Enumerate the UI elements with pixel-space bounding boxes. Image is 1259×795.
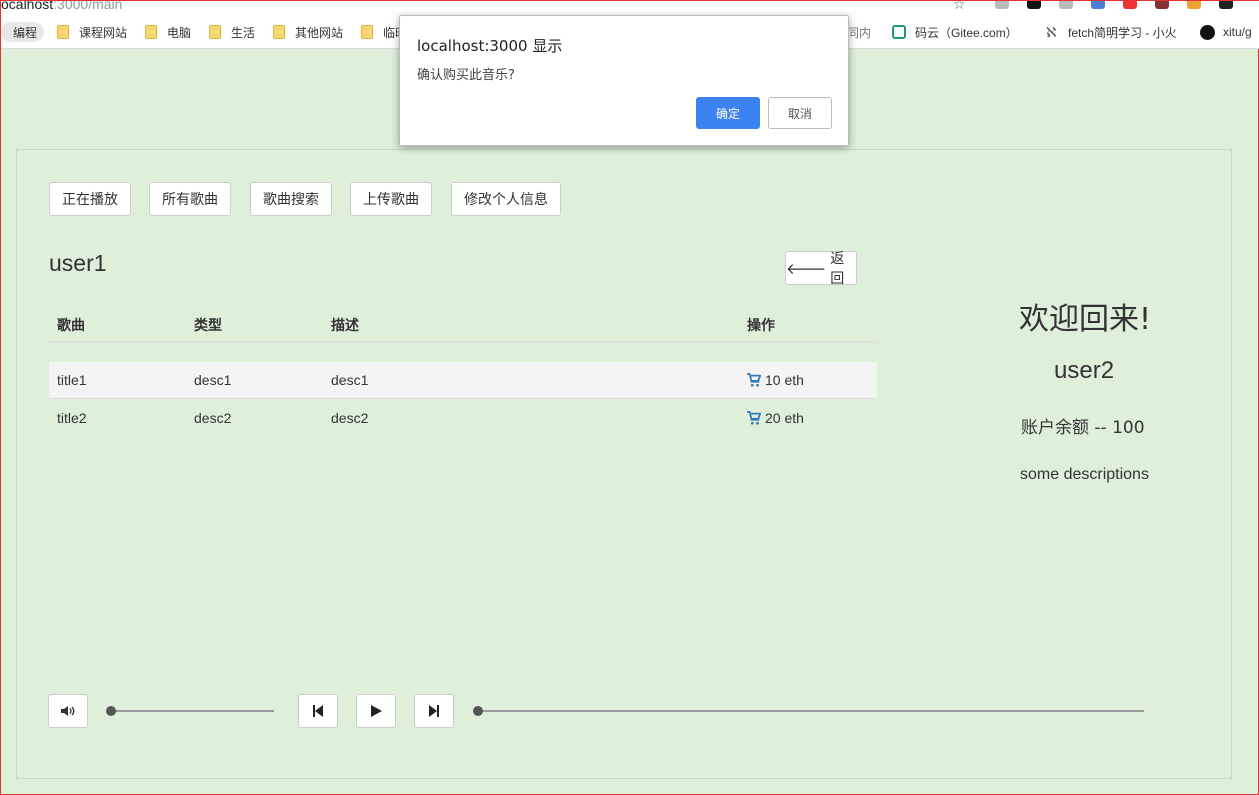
skip-next-icon — [429, 705, 439, 717]
progress-slider-track[interactable] — [478, 710, 1144, 712]
extension-icon[interactable] — [1123, 1, 1137, 9]
play-icon — [370, 705, 382, 717]
xiaohuo-icon: ℵ — [1046, 23, 1057, 40]
extension-icon[interactable] — [1091, 1, 1105, 9]
confirm-dialog: localhost:3000 显示 确认购买此音乐? 确定 取消 — [399, 15, 849, 146]
volume-button[interactable] — [48, 694, 88, 728]
volume-slider-track[interactable] — [111, 710, 274, 712]
folder-icon — [361, 25, 373, 39]
price-label: 10 eth — [765, 372, 804, 388]
buy-button[interactable]: 20 eth — [747, 410, 804, 426]
skip-previous-icon — [313, 705, 323, 717]
extension-icon[interactable] — [1155, 1, 1169, 9]
folder-icon — [209, 25, 221, 39]
song-desc-cell: desc1 — [331, 372, 369, 388]
volume-icon — [61, 706, 75, 716]
dialog-title: localhost:3000 显示 — [417, 37, 563, 55]
all-songs-button[interactable]: 所有歌曲 — [149, 182, 231, 216]
play-button[interactable] — [356, 694, 396, 728]
shopping-cart-icon — [747, 373, 761, 387]
song-type-cell: desc1 — [194, 372, 232, 388]
bookmark-folder-courses[interactable]: 课程网站 — [57, 22, 127, 42]
extension-icon[interactable] — [1219, 1, 1233, 9]
price-label: 20 eth — [765, 410, 804, 426]
dialog-ok-button[interactable]: 确定 — [696, 97, 760, 129]
dialog-message: 确认购买此音乐? — [417, 68, 515, 83]
bookmark-folder-computer[interactable]: 电脑 — [145, 22, 191, 42]
arrow-left-icon: 🡐 — [786, 259, 827, 278]
account-balance: 账户余额 -- 100 — [1021, 418, 1145, 438]
back-label: 返回 — [830, 251, 845, 287]
song-search-button[interactable]: 歌曲搜索 — [250, 182, 332, 216]
gitee-icon — [892, 25, 906, 39]
welcome-heading: 欢迎回来! — [1019, 302, 1152, 337]
table-row: title2 desc2 desc2 20 eth — [49, 398, 877, 434]
bookmark-gitee[interactable]: 码云（Gitee.com） — [892, 22, 1018, 42]
previous-button[interactable] — [298, 694, 338, 728]
address-bar[interactable]: ocalhost:3000/main ☆ — [1, 1, 1259, 15]
bookmark-folder-life[interactable]: 生活 — [209, 22, 255, 42]
page-title: user1 — [49, 250, 107, 276]
url-host: ocalhost — [1, 1, 54, 12]
folder-icon — [273, 25, 285, 39]
song-title-cell: title1 — [57, 372, 87, 388]
column-header-desc: 描述 — [331, 318, 359, 334]
dialog-cancel-button[interactable]: 取消 — [768, 97, 832, 129]
table-header-divider — [49, 341, 877, 343]
main-panel — [16, 149, 1232, 779]
buy-button[interactable]: 10 eth — [747, 372, 804, 388]
folder-icon — [145, 25, 157, 39]
table-row: title1 desc1 desc1 10 eth — [49, 362, 877, 398]
profile-username: user2 — [1054, 357, 1115, 384]
bookmark-github[interactable]: xitu/g — [1200, 22, 1252, 42]
folder-icon — [57, 25, 69, 39]
column-header-song: 歌曲 — [57, 318, 85, 334]
extension-icon[interactable] — [1187, 1, 1201, 9]
extension-icon[interactable] — [995, 1, 1009, 9]
volume-slider-handle[interactable] — [106, 706, 116, 716]
bookmark-partial[interactable]: 同内 — [847, 22, 871, 42]
github-icon — [1200, 24, 1215, 40]
upload-song-button[interactable]: 上传歌曲 — [350, 182, 432, 216]
profile-description: some descriptions — [1020, 466, 1149, 483]
song-type-cell: desc2 — [194, 410, 232, 426]
extension-icon[interactable] — [1027, 1, 1041, 9]
bookmark-star-icon[interactable]: ☆ — [953, 1, 966, 13]
column-header-type: 类型 — [194, 318, 222, 334]
song-title-cell: title2 — [57, 410, 87, 426]
bookmark-folder-other-sites[interactable]: 其他网站 — [273, 22, 343, 42]
extension-icon[interactable] — [1059, 1, 1073, 9]
next-button[interactable] — [414, 694, 454, 728]
shopping-cart-icon — [747, 411, 761, 425]
edit-profile-button[interactable]: 修改个人信息 — [451, 182, 561, 216]
bookmark-folder-coding[interactable]: 编程 — [1, 22, 45, 42]
bookmark-fetch[interactable]: ℵ fetch简明学习 - 小火 — [1046, 22, 1177, 42]
url-path: :3000/main — [53, 1, 123, 12]
progress-slider-handle[interactable] — [473, 706, 483, 716]
song-desc-cell: desc2 — [331, 410, 369, 426]
column-header-action: 操作 — [747, 318, 775, 334]
back-button[interactable]: 🡐 返回 — [785, 251, 857, 287]
now-playing-button[interactable]: 正在播放 — [49, 182, 131, 216]
